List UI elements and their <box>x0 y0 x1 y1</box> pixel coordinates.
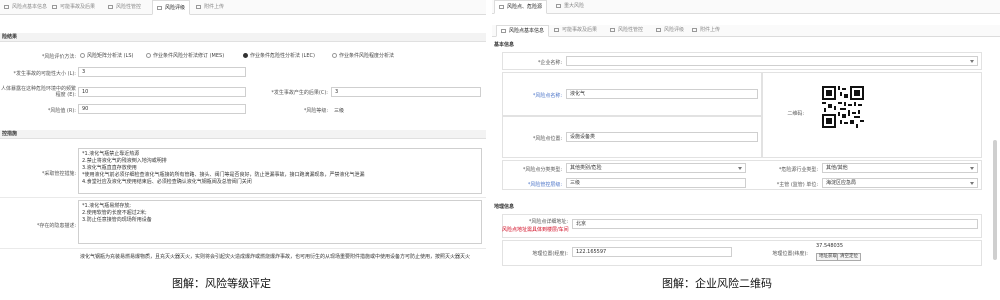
risk-level-value: 三级 <box>334 108 345 114</box>
radio-dot <box>80 53 85 58</box>
existing-line: 3.防止任意接管向现场所用设备 <box>82 217 152 223</box>
tab-icon <box>610 27 615 32</box>
tab-icon <box>556 3 561 8</box>
tab-icon <box>554 27 559 32</box>
tab-attachments[interactable]: 附件上传 <box>196 0 224 15</box>
method-label: *风险评价方法: <box>41 54 76 60</box>
left-caption: 图解：风险等级评定 <box>172 277 271 290</box>
tab-icon <box>692 27 697 32</box>
method-ls-radio[interactable]: 风险矩阵分析法 (LS) <box>80 52 133 59</box>
section-geo: 地理信息 <box>492 203 1000 212</box>
tab-control[interactable]: 风险性管控 <box>108 0 141 15</box>
scrollbar[interactable] <box>993 140 997 260</box>
tab-major-risk[interactable]: 重大风险 <box>556 0 584 14</box>
tab-icon <box>4 4 9 9</box>
address-label: *风险点详细地址: <box>528 219 568 225</box>
measures-line: 3.液化气瓶直直存放使用 <box>82 165 137 171</box>
subtab-control[interactable]: 风险性管控 <box>610 25 643 37</box>
tab-icon <box>656 27 661 32</box>
risk-name-field[interactable]: 液化气 <box>566 89 758 99</box>
tab-icon <box>52 4 57 9</box>
radio-dot <box>146 53 151 58</box>
measures-line: 2.禁止将液化气的残液倒入地沟或明排 <box>82 158 167 164</box>
risk-value-label: *风险值 (R): <box>47 108 76 114</box>
measures-label: *采取管控措施: <box>41 171 76 177</box>
tab-icon <box>499 4 504 9</box>
address-field[interactable]: 北京 <box>572 219 978 229</box>
risk-name-label: *风险点名称: <box>532 93 562 99</box>
location-field[interactable]: 设施设备类 <box>566 132 758 142</box>
control-level-label: *风险管控层级: <box>527 182 562 188</box>
tab-icon <box>501 28 506 33</box>
control-level-field[interactable]: 三级 <box>566 178 746 188</box>
right-caption: 图解：企业风险二维码 <box>662 277 772 290</box>
industry-select[interactable]: 其他/其他 <box>822 163 978 173</box>
exposure-label: 人体暴露在这种危险环境中的频繁程度 (E): <box>0 86 76 98</box>
risk-type-select[interactable]: 其他类别/危险 <box>566 163 746 173</box>
enterprise-label: *企业名称: <box>537 60 562 66</box>
enterprise-select[interactable] <box>566 56 978 66</box>
tab-risk-source[interactable]: 风险点、危险源 <box>494 0 548 14</box>
existing-label: *存在的隐患描述: <box>36 223 76 229</box>
tab-icon <box>108 4 113 9</box>
section-evaluation: 险结果 <box>0 33 486 42</box>
tab-icon <box>196 4 201 9</box>
right-top-tab-bar: 风险点、危险源 重大风险 <box>492 0 1000 14</box>
qr-code-icon <box>822 86 864 128</box>
measures-line: 4.食堂社应及液化气使用结束后、必须检查确认液化气钢瓶阀及总管阀门关闭 <box>82 179 252 185</box>
subtab-attachments[interactable]: 附件上传 <box>692 25 720 37</box>
risk-type-label: *风险点分类类型: <box>522 167 562 173</box>
subtab-rating[interactable]: 风险评级 <box>656 25 684 37</box>
method-degree-radio[interactable]: 作业条件风险程度分析法 <box>332 52 394 59</box>
section-basic: 基本信息 <box>492 41 1000 50</box>
existing-line: 2.使用软管的长度不超过2米; <box>82 210 147 216</box>
left-tab-bar: 风险点基本信息 可能事故及后果 风险性管控 风险评级 附件上传 <box>0 0 486 15</box>
qr-label: 二维码: <box>787 111 804 117</box>
subtab-basic-info[interactable]: 风险点基本信息 <box>496 25 550 37</box>
exposure-field[interactable]: 10 <box>78 87 246 97</box>
owner-select[interactable]: 海淀区应急局 <box>822 178 978 188</box>
subtab-accidents[interactable]: 可能事故及后果 <box>554 25 597 37</box>
existing-textarea[interactable]: *1.液化气瓶易燃存放; 2.使用软管的长度不超过2米; 3.防止任意接管向现场… <box>78 200 482 244</box>
radio-dot <box>332 53 337 58</box>
consequence-field[interactable]: 3 <box>331 87 481 97</box>
lat-label: 地理位置(纬度): <box>772 251 808 257</box>
lng-field[interactable]: 122.165597 <box>572 247 732 257</box>
right-sub-tab-bar: 风险点基本信息 可能事故及后果 风险性管控 风险评级 附件上传 <box>492 25 1000 37</box>
bottom-text: 液化气钢瓶为充装易燃易爆物质，且充灭火器灭火，实则将会引起灾火造成爆炸或燃烧爆炸… <box>80 254 471 260</box>
lat-value: 37.548035 <box>816 243 844 249</box>
tab-risk-rating[interactable]: 风险评级 <box>152 0 191 15</box>
likelihood-label: *发生事故的可能性大小 (L): <box>13 71 76 77</box>
existing-line: *1.液化气瓶易燃存放; <box>82 203 131 209</box>
section-control: 控措施 <box>0 130 486 139</box>
divider <box>0 248 486 249</box>
enterprise-qr-panel: 风险点、危险源 重大风险 风险点基本信息 可能事故及后果 风险性管控 风险评级 … <box>492 0 1000 268</box>
measures-line: *1.液化气瓶禁止靠近热源 <box>82 151 140 157</box>
risk-value-field[interactable]: 90 <box>78 104 246 114</box>
owner-label: *主管 (监管) 单位: <box>776 182 818 188</box>
tab-accidents[interactable]: 可能事故及后果 <box>52 0 95 15</box>
location-label: *风险点位置: <box>532 136 562 142</box>
measures-textarea[interactable]: *1.液化气瓶禁止靠近热源 2.禁止将液化气的残液倒入地沟或明排 3.液化气瓶直… <box>78 148 482 194</box>
measures-line: *使用液化气前必须仔细检查液化气瓶接的所有管路、接头、阀门等是否良好，防止泄漏事… <box>82 172 365 178</box>
tab-icon <box>157 5 162 10</box>
risk-level-label: *风险等级: <box>303 108 328 114</box>
clear-location-button[interactable]: 清空定位 <box>837 253 861 261</box>
lng-label: 地理位置(经度): <box>532 251 568 257</box>
method-mes-radio[interactable]: 作业条件风险分析法修订 (MES) <box>146 52 224 59</box>
risk-rating-panel: 风险点基本信息 可能事故及后果 风险性管控 风险评级 附件上传 险结果 *风险评… <box>0 0 486 268</box>
divider <box>0 197 486 198</box>
consequence-label: *发生事故产生的后果(C): <box>271 90 328 96</box>
likelihood-field[interactable]: 3 <box>78 67 246 77</box>
method-lec-radio[interactable]: 作业条件危险性分析法 (LEC) <box>243 52 315 59</box>
address-note: 风险点地址需具体到楼层/车间 <box>502 227 569 233</box>
industry-label: *危险源行业类型: <box>778 167 818 173</box>
radio-dot-selected <box>243 53 248 58</box>
tab-basic-info[interactable]: 风险点基本信息 <box>4 0 47 15</box>
